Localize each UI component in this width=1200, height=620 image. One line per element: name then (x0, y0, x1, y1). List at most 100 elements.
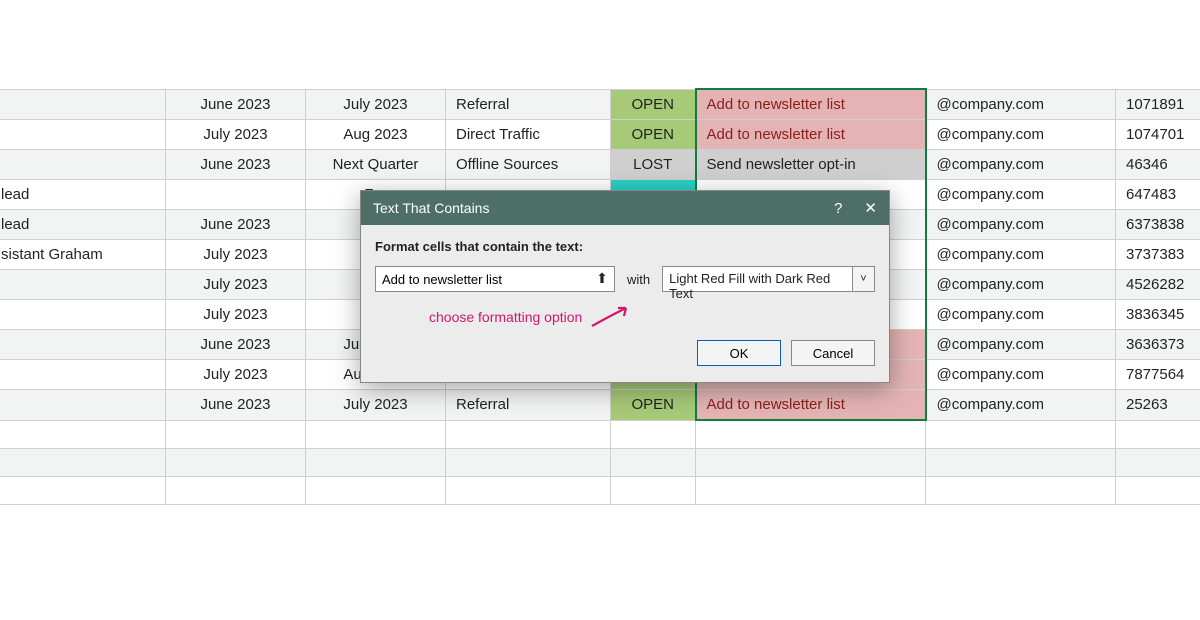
cell[interactable]: OPEN (611, 89, 696, 120)
ok-button[interactable]: OK (697, 340, 781, 366)
cell[interactable]: July 2023 (166, 240, 306, 270)
help-icon[interactable]: ? (834, 200, 842, 217)
cell[interactable]: @company.com (926, 330, 1116, 360)
cell[interactable]: @company.com (926, 89, 1116, 120)
cell[interactable] (0, 360, 166, 390)
cell[interactable] (1116, 476, 1200, 504)
cell[interactable]: July 2023 (166, 360, 306, 390)
cell[interactable]: @company.com (926, 240, 1116, 270)
cell[interactable] (1116, 420, 1200, 448)
cell[interactable] (446, 476, 611, 504)
cell[interactable] (166, 420, 306, 448)
cell[interactable] (0, 270, 166, 300)
cell[interactable]: June 2023 (166, 150, 306, 180)
cell[interactable]: 3737383 (1116, 240, 1200, 270)
cell[interactable] (611, 476, 696, 504)
cell[interactable]: 7877564 (1116, 360, 1200, 390)
cell[interactable]: Next Quarter (306, 150, 446, 180)
close-icon[interactable]: ✕ (864, 199, 877, 217)
cell[interactable]: July 2023 (306, 390, 446, 421)
cell[interactable]: @company.com (926, 270, 1116, 300)
cell[interactable]: @company.com (926, 120, 1116, 150)
cell[interactable] (446, 448, 611, 476)
cell[interactable] (306, 476, 446, 504)
cell[interactable]: 647483 (1116, 180, 1200, 210)
cell[interactable]: June 2023 (166, 330, 306, 360)
cell[interactable]: Offline Sources (446, 150, 611, 180)
cell[interactable] (1116, 448, 1200, 476)
table-row: June 2023Next QuarterOffline SourcesLOST… (0, 150, 1200, 180)
cell[interactable] (0, 120, 166, 150)
cell[interactable] (696, 420, 926, 448)
table-row (0, 420, 1200, 448)
cell[interactable] (611, 420, 696, 448)
cell[interactable]: July 2023 (306, 89, 446, 120)
cell[interactable] (926, 448, 1116, 476)
cell[interactable]: @company.com (926, 300, 1116, 330)
cell[interactable]: Direct Traffic (446, 120, 611, 150)
cell[interactable]: 3636373 (1116, 330, 1200, 360)
format-option-dropdown[interactable]: Light Red Fill with Dark Red Text ˅ (662, 266, 875, 292)
cell[interactable]: Aug 2023 (306, 120, 446, 150)
cell[interactable] (166, 180, 306, 210)
cell[interactable] (0, 300, 166, 330)
cell[interactable]: @company.com (926, 150, 1116, 180)
cell[interactable]: Referral (446, 390, 611, 421)
chevron-down-icon[interactable]: ˅ (853, 266, 875, 292)
cell[interactable]: July 2023 (166, 270, 306, 300)
cell[interactable] (306, 420, 446, 448)
cell[interactable]: 46346 (1116, 150, 1200, 180)
cell[interactable]: Referral (446, 89, 611, 120)
cell[interactable] (0, 390, 166, 421)
cell[interactable]: @company.com (926, 180, 1116, 210)
cell[interactable] (0, 448, 166, 476)
cell[interactable]: 4526282 (1116, 270, 1200, 300)
contains-text-input[interactable] (375, 266, 615, 292)
cell[interactable]: @company.com (926, 360, 1116, 390)
cell[interactable] (306, 448, 446, 476)
cell[interactable]: LOST (611, 150, 696, 180)
cell[interactable]: Add to newsletter list (696, 120, 926, 150)
cell[interactable] (0, 330, 166, 360)
cell[interactable]: 1071891 (1116, 89, 1200, 120)
cell[interactable]: 25263 (1116, 390, 1200, 421)
cell[interactable]: July 2023 (166, 120, 306, 150)
cell[interactable]: June 2023 (166, 89, 306, 120)
cell[interactable] (0, 150, 166, 180)
cell[interactable] (0, 420, 166, 448)
cell[interactable] (0, 89, 166, 120)
cell[interactable]: Add to newsletter list (696, 89, 926, 120)
cell[interactable]: lead (0, 210, 166, 240)
annotation-text: choose formatting option (429, 309, 582, 325)
cell[interactable]: sistant Graham (0, 240, 166, 270)
cell[interactable] (696, 476, 926, 504)
cell[interactable]: 1074701 (1116, 120, 1200, 150)
cell[interactable]: June 2023 (166, 210, 306, 240)
cell[interactable]: OPEN (611, 120, 696, 150)
table-row (0, 448, 1200, 476)
cell[interactable]: @company.com (926, 210, 1116, 240)
cell[interactable] (926, 476, 1116, 504)
format-option-text: Light Red Fill with Dark Red Text (662, 266, 853, 292)
cell[interactable]: June 2023 (166, 390, 306, 421)
cell[interactable] (166, 448, 306, 476)
table-row: June 2023July 2023ReferralOPENAdd to new… (0, 390, 1200, 421)
cell[interactable] (166, 476, 306, 504)
table-row: July 2023Aug 2023Direct TrafficOPENAdd t… (0, 120, 1200, 150)
cell[interactable]: 6373838 (1116, 210, 1200, 240)
cell[interactable]: lead (0, 180, 166, 210)
cell[interactable] (446, 420, 611, 448)
cell[interactable] (0, 476, 166, 504)
cell[interactable]: Add to newsletter list (696, 390, 926, 421)
cell[interactable] (926, 420, 1116, 448)
cell[interactable]: @company.com (926, 390, 1116, 421)
cell[interactable]: OPEN (611, 390, 696, 421)
cell[interactable]: 3836345 (1116, 300, 1200, 330)
cell[interactable] (696, 448, 926, 476)
range-picker-icon[interactable]: ⬆ (593, 269, 611, 287)
cell[interactable] (611, 448, 696, 476)
cell[interactable]: July 2023 (166, 300, 306, 330)
cancel-button[interactable]: Cancel (791, 340, 875, 366)
cell[interactable]: Send newsletter opt-in (696, 150, 926, 180)
dialog-window-controls: ? ✕ (834, 199, 877, 217)
